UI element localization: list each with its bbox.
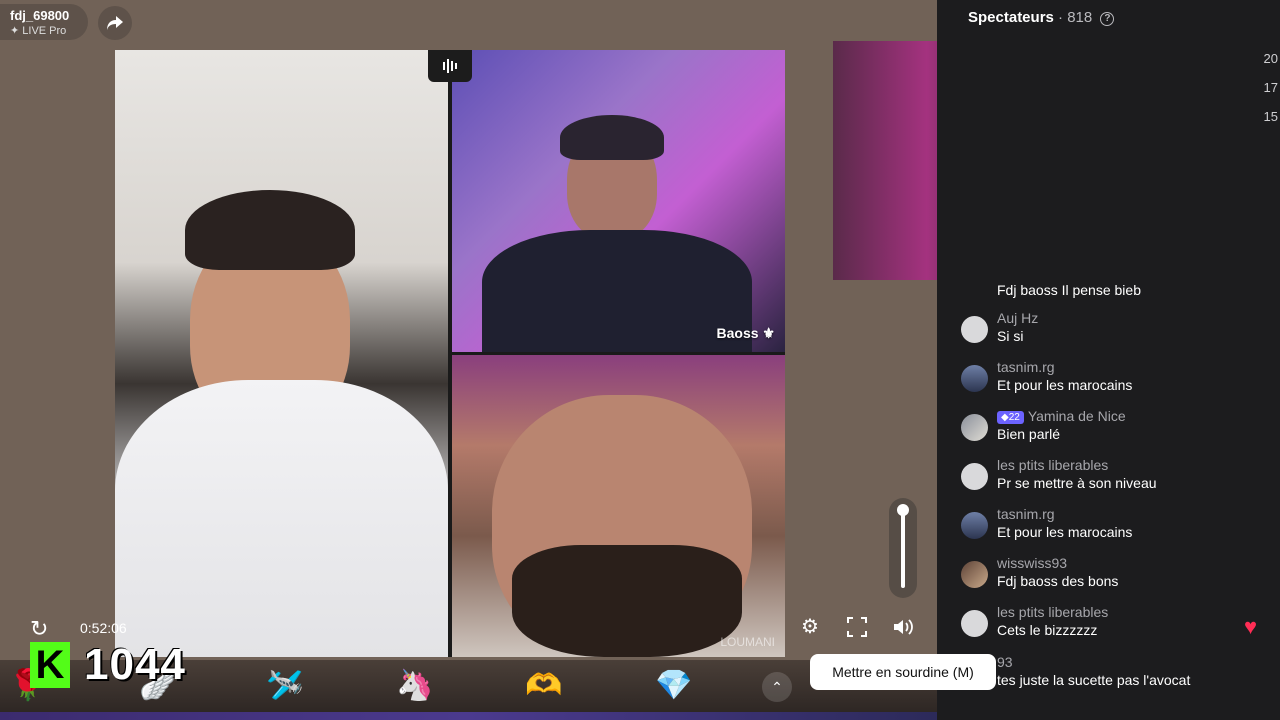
tile-divider-horizontal: [452, 352, 785, 355]
playback-time: 0:52:06: [80, 620, 127, 636]
comment-username[interactable]: les ptits liberables: [997, 457, 1261, 473]
avatar[interactable]: [961, 610, 988, 637]
host-username: fdj_69800: [10, 8, 70, 23]
avatar[interactable]: [961, 463, 988, 490]
comment-item: tasnim.rg Et pour les marocains: [961, 359, 1261, 393]
panel-title: Spectateurs · 818 ?: [968, 9, 1115, 26]
comment-text: tes juste la sucette pas l'avocat: [997, 672, 1191, 688]
avatar[interactable]: [961, 512, 988, 539]
video-watermark: LOUMANI: [720, 635, 775, 649]
comment-item: ◆22 Yamina de Nice Bien parlé: [961, 408, 1261, 442]
side-numbers: 20 17 15: [1263, 51, 1278, 124]
gift-item-5[interactable]: 💎: [654, 666, 694, 706]
comment-username[interactable]: Auj Hz: [997, 310, 1261, 326]
comment-username[interactable]: ◆22 Yamina de Nice: [997, 408, 1261, 424]
volume-knob[interactable]: [897, 504, 909, 516]
comment-username[interactable]: wisswiss93: [997, 555, 1261, 571]
fullscreen-icon[interactable]: [844, 614, 870, 640]
volume-slider[interactable]: [889, 498, 917, 598]
replay-icon[interactable]: ↻: [30, 616, 48, 642]
comment-item: les ptits liberables Pr se mettre à son n…: [961, 457, 1261, 491]
layout-handle-icon[interactable]: [428, 50, 472, 82]
host-badge[interactable]: fdj_69800 ✦ LIVE Pro: [0, 4, 88, 40]
video-tile-top-right[interactable]: Baoss ⚜: [452, 50, 785, 352]
chevron-up-icon[interactable]: ⌃: [762, 672, 792, 702]
comment-text: Si si: [997, 328, 1024, 344]
comment-item: 93 tes juste la sucette pas l'avocat: [961, 654, 1261, 688]
comment-text: Pr se mettre à son niveau: [997, 475, 1157, 491]
gift-item-4[interactable]: 🫶: [524, 666, 564, 706]
avatar[interactable]: [961, 316, 988, 343]
comment-username[interactable]: tasnim.rg: [997, 359, 1261, 375]
score-overlay: K 1044: [30, 640, 186, 690]
comment-item: Fdj baoss Il pense bieb: [961, 280, 1261, 298]
volume-icon[interactable]: [890, 614, 916, 640]
comment-text: Et pour les marocains: [997, 377, 1133, 393]
host-subtitle: ✦ LIVE Pro: [10, 25, 67, 37]
participant-beard: [512, 545, 742, 657]
participant-hoodie: [482, 230, 752, 352]
video-tile-left[interactable]: [115, 50, 448, 657]
participant-hair: [560, 115, 664, 160]
comment-username[interactable]: 93: [997, 654, 1261, 670]
bottom-strip: [0, 712, 937, 720]
comment-item: Auj Hz Si si: [961, 310, 1261, 344]
settings-icon[interactable]: ⚙: [797, 614, 823, 640]
comment-text: Fdj baoss Il pense bieb: [997, 282, 1141, 298]
video-tile-bottom-right[interactable]: LOUMANI: [452, 355, 785, 657]
kick-logo: K: [30, 642, 70, 688]
comment-item: tasnim.rg Et pour les marocains: [961, 506, 1261, 540]
comment-text: Fdj baoss des bons: [997, 573, 1119, 589]
avatar[interactable]: [961, 561, 988, 588]
comment-text: Et pour les marocains: [997, 524, 1133, 540]
mute-tooltip: Mettre en sourdine (M): [810, 654, 996, 690]
avatar[interactable]: [961, 365, 988, 392]
comment-username[interactable]: tasnim.rg: [997, 506, 1261, 522]
comment-username[interactable]: les ptits liberables: [997, 604, 1261, 620]
comment-text: Cets le bizzzzzz: [997, 622, 1098, 638]
help-icon[interactable]: ?: [1100, 12, 1115, 26]
gift-item-3[interactable]: 🦄: [395, 666, 435, 706]
participant-name: Baoss ⚜: [716, 325, 775, 341]
comment-item: les ptits liberables Cets le bizzzzzz: [961, 604, 1261, 638]
volume-fill: [901, 508, 905, 588]
fan-badge: ◆22: [997, 411, 1024, 424]
participant-jacket: [115, 380, 448, 657]
score-value: 1044: [84, 640, 186, 689]
participant-hair: [185, 190, 355, 270]
live-stream-viewer: fdj_69800 ✦ LIVE Pro Baoss ⚜ LOUMANI Spe…: [0, 0, 1280, 720]
heart-icon[interactable]: ♥: [1244, 614, 1257, 640]
comment-text: Bien parlé: [997, 426, 1061, 442]
share-icon[interactable]: [98, 6, 132, 40]
comment-item: wisswiss93 Fdj baoss des bons: [961, 555, 1261, 589]
gift-item-2[interactable]: 🛩️: [265, 666, 305, 706]
avatar[interactable]: [961, 414, 988, 441]
